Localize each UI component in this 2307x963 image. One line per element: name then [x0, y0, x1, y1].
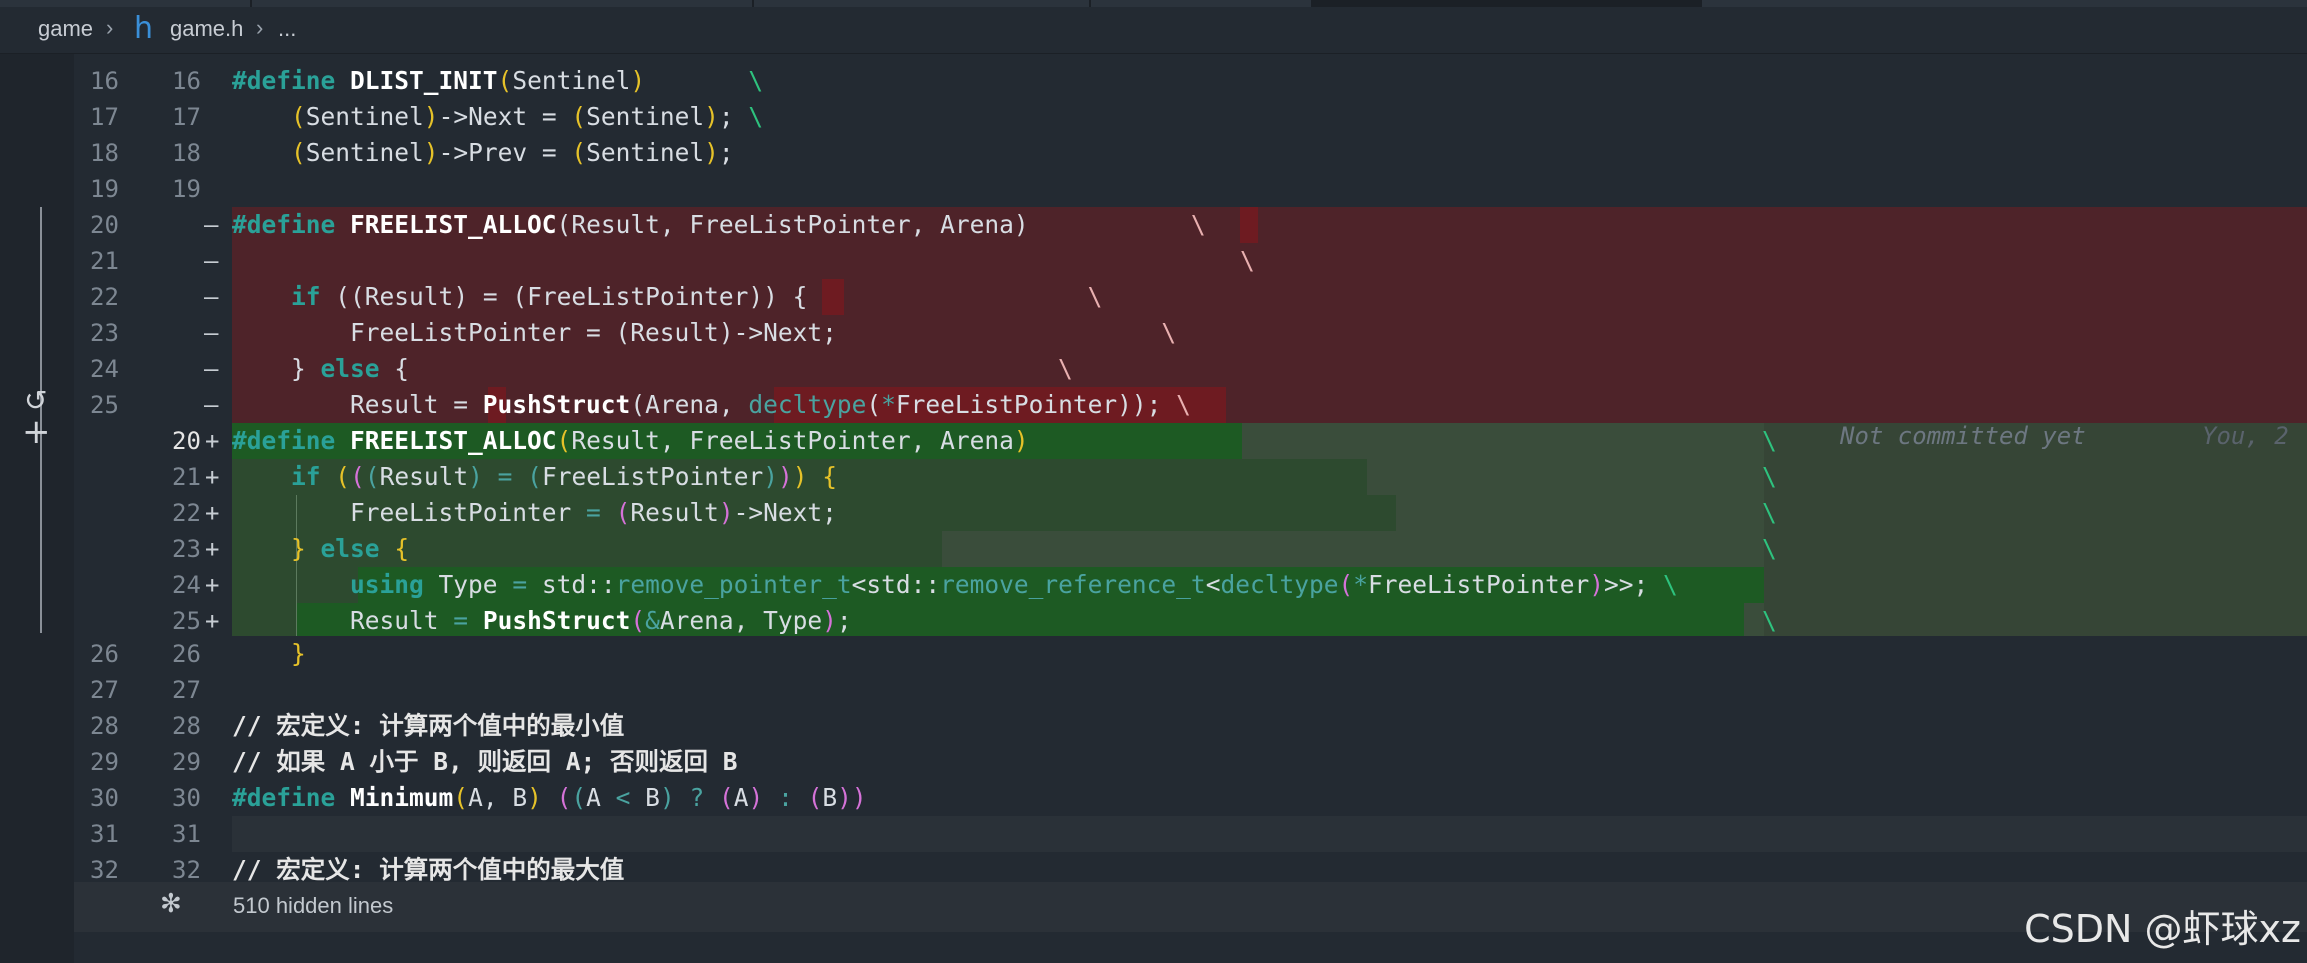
- added-code-line[interactable]: Result = PushStruct(&Arena, Type);: [232, 603, 852, 639]
- added-marker: +: [205, 607, 220, 635]
- removed-code-line[interactable]: if ((Result) = (FreeListPointer)) { \: [232, 279, 1102, 315]
- line-number-old: 27: [90, 676, 119, 704]
- line-number-new: 16: [172, 67, 201, 95]
- line-number-old: 26: [90, 640, 119, 668]
- line-number-new: 17: [172, 103, 201, 131]
- removed-code-line[interactable]: #define FREELIST_ALLOC(Result, FreeListP…: [232, 207, 1206, 243]
- comment-line[interactable]: // 如果 A 小于 B, 则返回 A; 否则返回 B: [232, 744, 738, 780]
- removed-marker: —: [204, 283, 219, 311]
- removed-marker: —: [204, 211, 219, 239]
- breadcrumb-file[interactable]: game.h: [170, 16, 243, 42]
- code-line[interactable]: #define Minimum(A, B) ((A < B) ? (A) : (…: [232, 780, 867, 816]
- code-line[interactable]: (Sentinel)->Next = (Sentinel); \: [232, 99, 763, 135]
- line-number-new: 18: [172, 139, 201, 167]
- line-number-old: 23: [90, 319, 119, 347]
- removed-marker: —: [204, 319, 219, 347]
- added-code-line: \: [1762, 462, 1777, 491]
- added-trailing-space: [1242, 423, 1764, 459]
- line-number-old: 21: [90, 247, 119, 275]
- removed-code-line[interactable]: \: [1240, 243, 1255, 279]
- line-number-old: 18: [90, 139, 119, 167]
- code-line[interactable]: }: [232, 636, 306, 672]
- removed-word-highlight: [1240, 207, 1258, 243]
- blame-author: You, 2: [2202, 422, 2289, 450]
- line-number-old: 24: [90, 355, 119, 383]
- added-code-line[interactable]: FreeListPointer = (Result)->Next;: [232, 495, 837, 531]
- removed-marker: —: [204, 247, 219, 275]
- line-number-new: 22: [172, 499, 201, 527]
- blame-status: Not committed yet: [1840, 422, 2086, 450]
- stage-change-icon[interactable]: +: [22, 412, 51, 452]
- line-number-old: 25: [90, 391, 119, 419]
- breadcrumb-folder[interactable]: game: [38, 16, 93, 42]
- line-number-old: 20: [90, 211, 119, 239]
- added-marker: +: [205, 499, 220, 527]
- removed-marker: —: [204, 355, 219, 383]
- line-number-old: 22: [90, 283, 119, 311]
- folded-region-bar[interactable]: [74, 882, 2307, 932]
- line-number-old: 16: [90, 67, 119, 95]
- line-number-new: 31: [172, 820, 201, 848]
- line-number-new: 24: [172, 571, 201, 599]
- added-marker: +: [205, 571, 220, 599]
- added-marker: +: [205, 535, 220, 563]
- added-code-line[interactable]: if (((Result) = (FreeListPointer))) {: [232, 459, 837, 495]
- added-blame-area: [1764, 423, 2307, 636]
- line-number-new: 23: [172, 535, 201, 563]
- context-row: [232, 636, 2307, 672]
- added-trailing-space: [942, 531, 1764, 567]
- added-code-line: \: [1762, 534, 1777, 563]
- hidden-lines-label[interactable]: 510 hidden lines: [233, 893, 393, 919]
- watermark: CSDN @虾球xz: [2024, 907, 2301, 951]
- line-number-old: 29: [90, 748, 119, 776]
- c-header-file-icon: h: [134, 11, 154, 46]
- line-number-new: 27: [172, 676, 201, 704]
- line-number-new: 21: [172, 463, 201, 491]
- line-number-new: 20: [172, 427, 201, 455]
- glyph-margin: [0, 54, 74, 963]
- added-code-line[interactable]: } else {: [232, 531, 409, 567]
- added-code-line: \: [1762, 606, 1777, 635]
- line-number-old: 19: [90, 175, 119, 203]
- added-code-line[interactable]: using Type = std::remove_pointer_t<std::…: [232, 567, 1678, 603]
- removed-marker: —: [204, 391, 219, 419]
- line-number-old: 17: [90, 103, 119, 131]
- current-line-highlight: [232, 816, 2307, 852]
- removed-code-line[interactable]: Result = PushStruct(Arena, decltype(*Fre…: [232, 387, 1191, 423]
- snowflake-fold-icon[interactable]: ✻: [160, 889, 182, 919]
- line-number-old: 30: [90, 784, 119, 812]
- line-number-new: 28: [172, 712, 201, 740]
- removed-code-line[interactable]: FreeListPointer = (Result)->Next; \: [232, 315, 1176, 351]
- line-number-new: 29: [172, 748, 201, 776]
- added-code-line: \: [1762, 498, 1777, 527]
- code-line[interactable]: (Sentinel)->Prev = (Sentinel);: [232, 135, 734, 171]
- line-number-old: 31: [90, 820, 119, 848]
- breadcrumb-symbols[interactable]: ...: [278, 16, 296, 42]
- added-trailing-space: [1367, 459, 1764, 495]
- code-line[interactable]: #define DLIST_INIT(Sentinel) \: [232, 63, 763, 99]
- added-marker: +: [205, 463, 220, 491]
- line-number-new: 25: [172, 607, 201, 635]
- line-number-new: 19: [172, 175, 201, 203]
- chevron-right-icon: ›: [256, 15, 264, 40]
- line-number-old: 28: [90, 712, 119, 740]
- line-number-new: 30: [172, 784, 201, 812]
- line-number-new: 26: [172, 640, 201, 668]
- added-code-line: \: [1762, 426, 1777, 455]
- added-code-line[interactable]: #define FREELIST_ALLOC(Result, FreeListP…: [232, 423, 1029, 459]
- chevron-right-icon: ›: [106, 15, 114, 40]
- added-trailing-space: [1744, 603, 1764, 636]
- removed-code-line[interactable]: } else { \: [232, 351, 1073, 387]
- added-trailing-space: [1396, 495, 1764, 531]
- added-marker: +: [205, 427, 220, 455]
- breadcrumb: game › h game.h › ...: [0, 7, 2307, 54]
- tab-strip: [0, 0, 2307, 7]
- comment-line[interactable]: // 宏定义: 计算两个值中的最小值: [232, 708, 624, 744]
